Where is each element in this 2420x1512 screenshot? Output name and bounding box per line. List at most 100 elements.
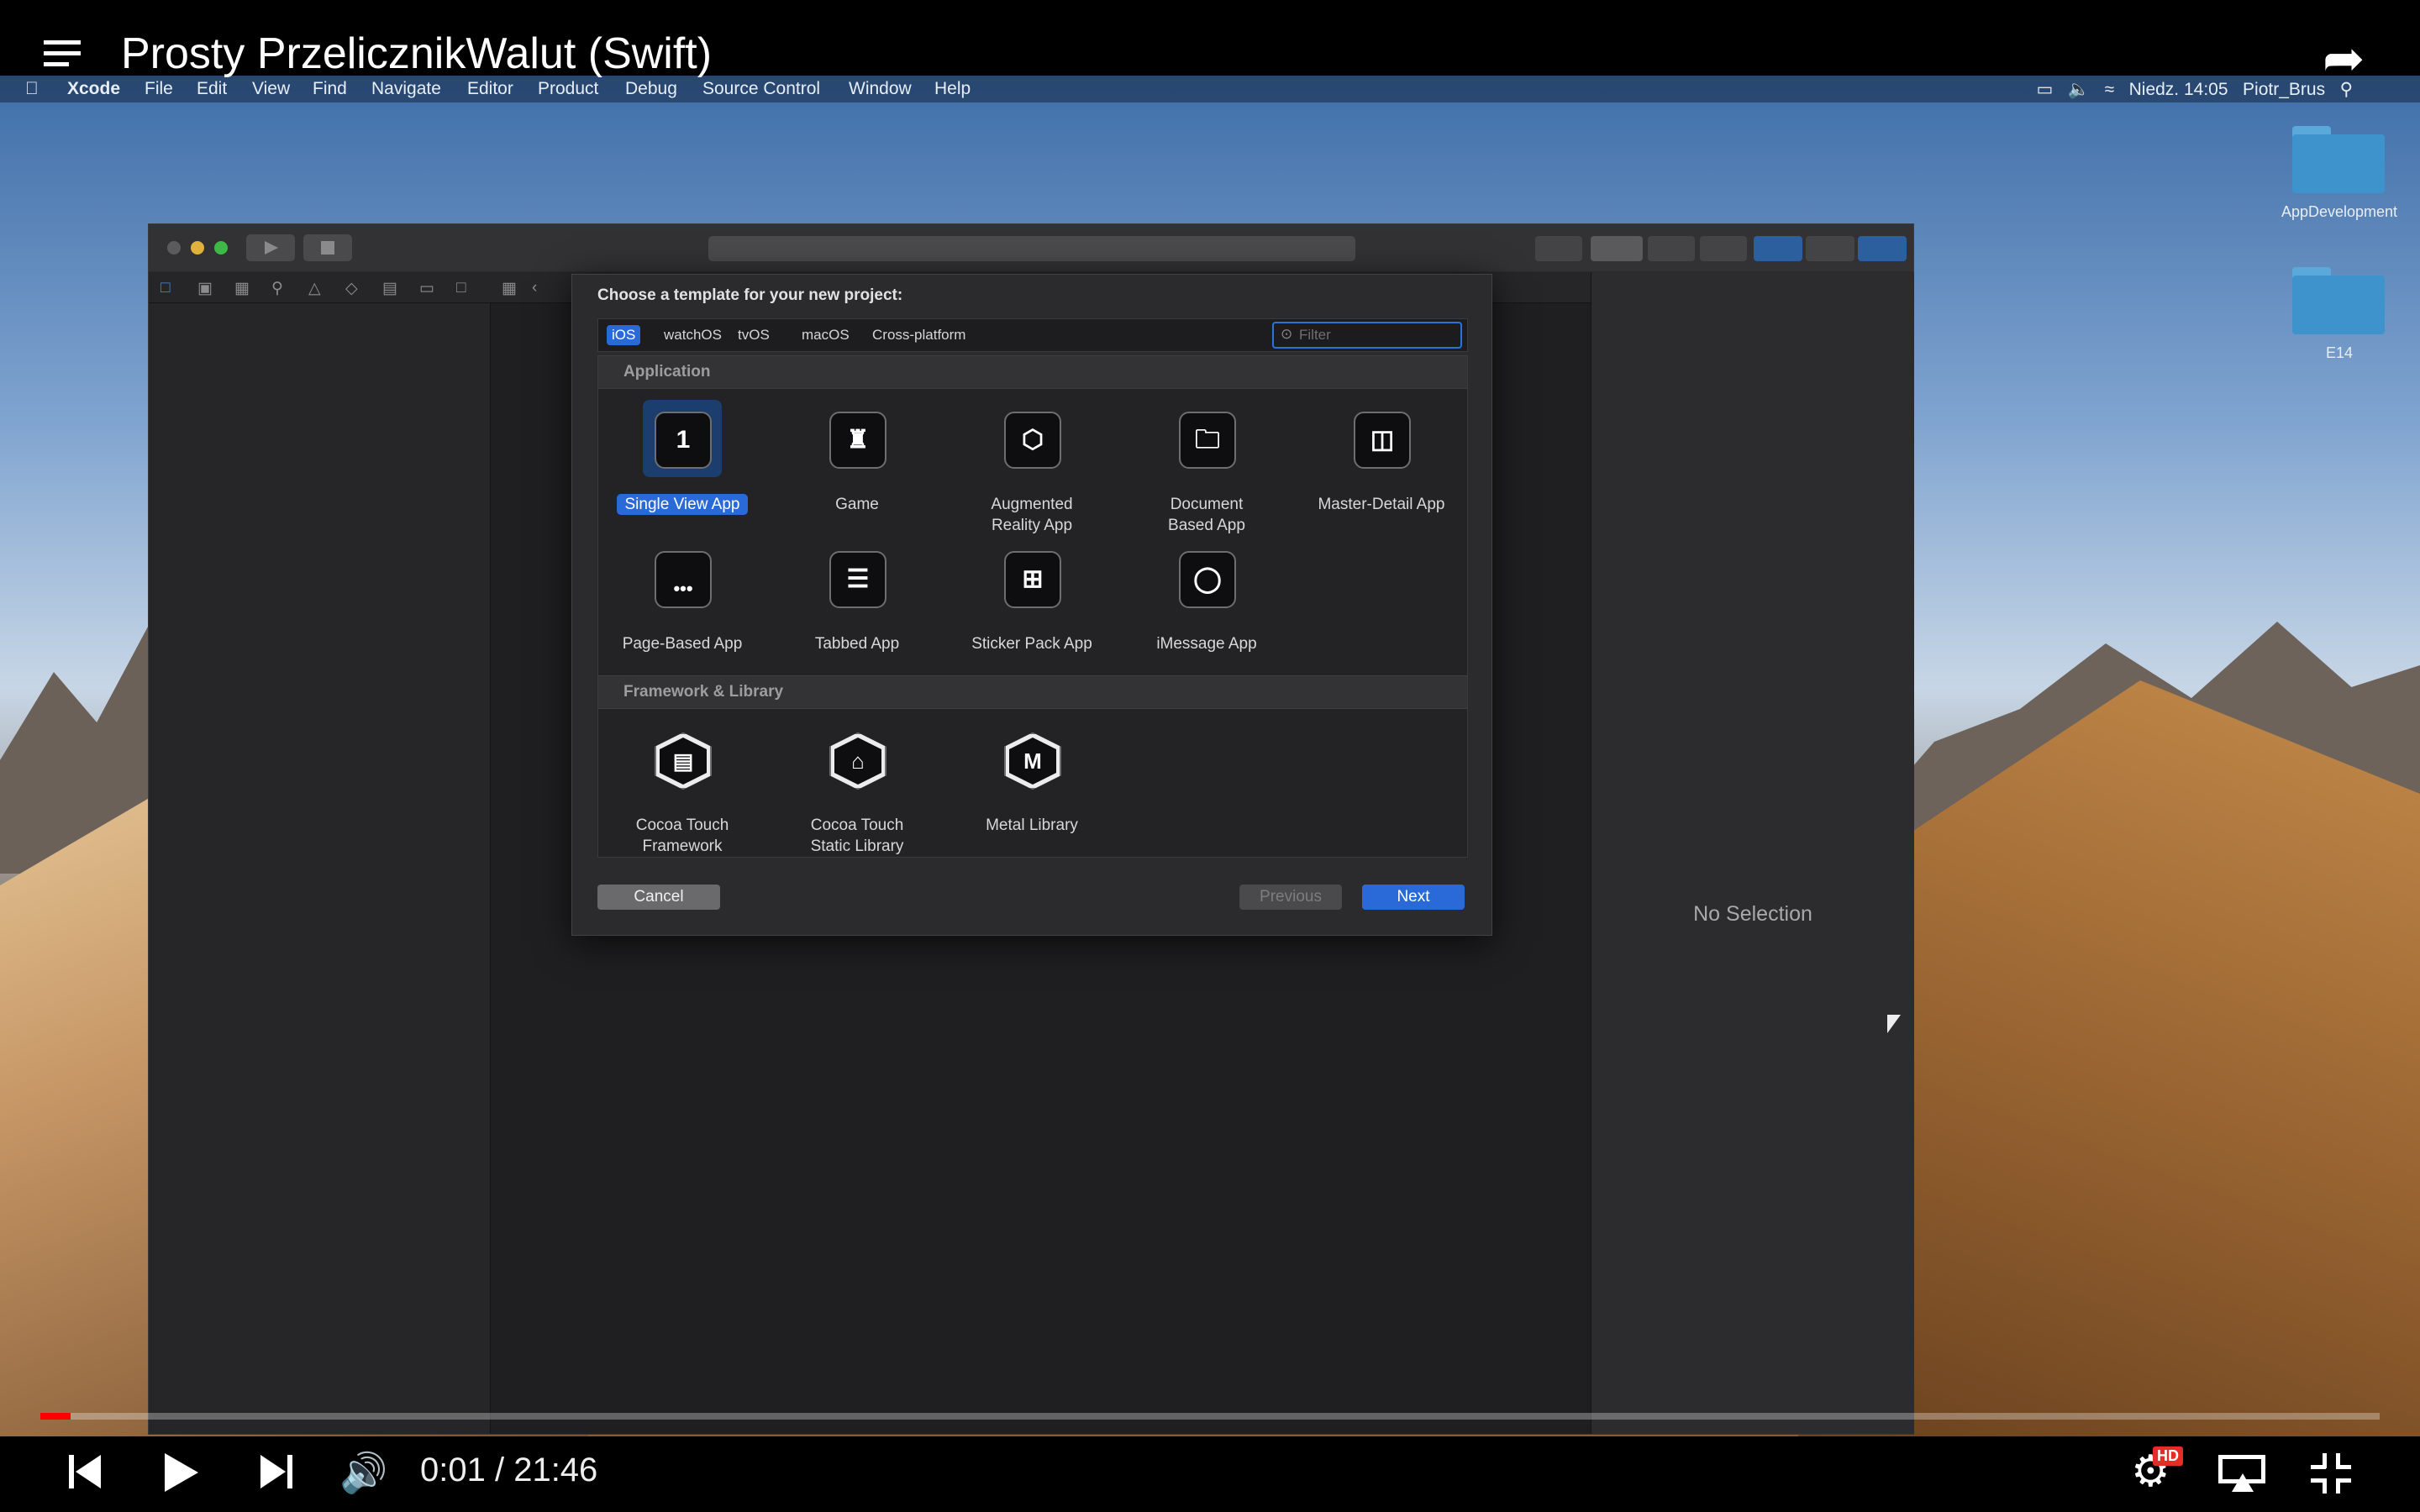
template-label: Cocoa Touch Framework — [635, 816, 729, 855]
template-sticker-pack-app[interactable]: ⊞ Sticker Pack App — [948, 551, 1116, 660]
template-document-based-app[interactable]: 🗀 Document Based App — [1123, 412, 1291, 538]
tab-ios[interactable]: iOS — [607, 325, 641, 345]
menu-help[interactable]: Help — [934, 79, 971, 99]
template-page-based-app[interactable]: ••• Page-Based App — [598, 551, 766, 660]
library-button[interactable] — [1535, 236, 1582, 261]
exit-fullscreen-icon[interactable] — [2311, 1453, 2351, 1494]
cancel-button[interactable]: Cancel — [597, 885, 720, 910]
toggle-navigator-button[interactable] — [1754, 236, 1802, 261]
template-single-view-app[interactable]: 1 Single View App — [598, 400, 766, 538]
game-icon: ♜ — [829, 412, 886, 469]
toggle-inspector-button[interactable] — [1858, 236, 1907, 261]
section-header-framework-library: Framework & Library — [598, 675, 1467, 709]
section-header-application: Application — [598, 355, 1467, 389]
template-master-detail-app[interactable]: ◫ Master-Detail App — [1297, 412, 1465, 538]
menu-navigate[interactable]: Navigate — [371, 79, 441, 99]
current-time: 0:01 — [420, 1452, 486, 1488]
menu-editor[interactable]: Editor — [467, 79, 513, 99]
filter-field[interactable]: ⊙ — [1272, 322, 1462, 349]
playlist-menu-icon[interactable] — [44, 40, 81, 66]
template-label: iMessage App — [1156, 635, 1257, 653]
menu-debug[interactable]: Debug — [625, 79, 677, 99]
template-label: Single View App — [617, 494, 748, 515]
inspector-empty-label: No Selection — [1693, 902, 1812, 926]
menu-file[interactable]: File — [145, 79, 173, 99]
menu-edit[interactable]: Edit — [197, 79, 227, 99]
symbol-navigator-icon[interactable]: ▦ — [234, 279, 250, 298]
zoom-window-button[interactable] — [214, 241, 228, 255]
template-cocoa-touch-framework[interactable]: ▤ Cocoa Touch Framework — [598, 732, 766, 858]
stop-icon — [321, 241, 334, 255]
report-navigator-icon[interactable]: □ — [456, 279, 466, 297]
ar-cube-icon: ⬡ — [1004, 412, 1061, 469]
wifi-icon[interactable]: ≈ — [2105, 80, 2115, 99]
tab-cross-platform[interactable]: Cross-platform — [867, 325, 971, 345]
find-navigator-icon[interactable]: ⚲ — [271, 279, 283, 298]
source-control-navigator-icon[interactable]: ▣ — [197, 279, 213, 298]
template-tabbed-app[interactable]: ☰ Tabbed App — [773, 551, 941, 660]
menu-bar-user[interactable]: Piotr_Brus — [2243, 80, 2325, 99]
test-navigator-icon[interactable]: ◇ — [345, 279, 358, 298]
tab-macos[interactable]: macOS — [797, 325, 855, 345]
template-augmented-reality-app[interactable]: ⬡ Augmented Reality App — [948, 412, 1116, 538]
desktop-folder-appdevelopment[interactable] — [2292, 126, 2385, 193]
template-game[interactable]: ♜ Game — [773, 412, 941, 538]
template-cocoa-touch-static-library[interactable]: ⌂ Cocoa Touch Static Library — [773, 732, 941, 858]
stop-button[interactable] — [303, 234, 352, 261]
display-icon[interactable]: ▭ — [2037, 80, 2054, 99]
template-label: Sticker Pack App — [971, 635, 1092, 653]
menu-source-control[interactable]: Source Control — [702, 79, 820, 99]
debug-navigator-icon[interactable]: ▤ — [382, 279, 397, 298]
assistant-editor-button[interactable] — [1648, 236, 1695, 261]
volume-icon[interactable]: 🔊 — [339, 1452, 387, 1494]
apple-icon[interactable]:  — [25, 79, 39, 99]
version-editor-button[interactable] — [1700, 236, 1747, 261]
briefcase-icon: ▤ — [655, 732, 712, 790]
library-icon: ⌂ — [829, 732, 886, 790]
hd-badge: HD — [2153, 1446, 2183, 1466]
airplay-icon[interactable] — [2218, 1455, 2269, 1492]
metal-icon: M — [1004, 732, 1061, 790]
menu-app[interactable]: Xcode — [67, 79, 120, 99]
issue-navigator-icon[interactable]: △ — [308, 279, 321, 298]
video-title[interactable]: Prosty PrzelicznikWalut (Swift) — [121, 29, 712, 79]
filter-input[interactable] — [1297, 325, 1452, 345]
next-button[interactable]: Next — [1362, 885, 1465, 910]
activity-viewer — [708, 236, 1355, 261]
template-metal-library[interactable]: M Metal Library — [948, 732, 1116, 858]
mac-menu-bar:  Xcode File Edit View Find Navigate Edi… — [0, 76, 2420, 102]
mouse-cursor-icon — [1887, 1015, 1901, 1033]
player-controls: 🔊 0:01 / 21:46 ⚙ HD — [0, 1413, 2420, 1512]
desktop-folder-label: E14 — [2325, 344, 2354, 361]
page-dots-icon: ••• — [655, 551, 712, 608]
minimize-window-button[interactable] — [191, 241, 204, 255]
desktop-folder-e14[interactable] — [2292, 267, 2385, 334]
tab-tvos[interactable]: tvOS — [733, 325, 775, 345]
toggle-debug-area-button[interactable] — [1806, 236, 1854, 261]
project-navigator-icon[interactable]: □ — [160, 279, 170, 297]
template-imessage-app[interactable]: ◯ iMessage App — [1123, 551, 1291, 660]
breakpoint-navigator-icon[interactable]: ▭ — [419, 279, 434, 298]
volume-icon[interactable]: 🔈 — [2068, 80, 2090, 99]
previous-button[interactable]: Previous — [1239, 885, 1342, 910]
template-label: Cocoa Touch Static Library — [810, 816, 904, 855]
menu-bar-clock[interactable]: Niedz. 14:05 — [2129, 80, 2228, 99]
menu-find[interactable]: Find — [313, 79, 347, 99]
desktop-folder-label: AppDevelopment — [2281, 203, 2398, 220]
menu-view[interactable]: View — [252, 79, 290, 99]
template-label: Game — [835, 496, 879, 513]
close-window-button[interactable] — [167, 241, 181, 255]
progress-bar[interactable] — [40, 1413, 2380, 1420]
menu-window[interactable]: Window — [849, 79, 912, 99]
template-label: Document Based App — [1168, 496, 1245, 534]
back-arrow-icon[interactable]: ‹ — [532, 279, 537, 297]
related-items-icon[interactable]: ▦ — [502, 279, 517, 298]
platform-tab-bar: iOS watchOS tvOS macOS Cross-platform ⊙ — [597, 318, 1468, 352]
tab-watchos[interactable]: watchOS — [659, 325, 727, 345]
menu-product[interactable]: Product — [538, 79, 598, 99]
standard-editor-button[interactable] — [1591, 236, 1643, 261]
run-button[interactable] — [246, 234, 295, 261]
share-icon[interactable]: ➦ — [2323, 34, 2365, 84]
play-icon[interactable] — [165, 1453, 198, 1492]
time-display: 0:01 / 21:46 — [420, 1452, 597, 1489]
